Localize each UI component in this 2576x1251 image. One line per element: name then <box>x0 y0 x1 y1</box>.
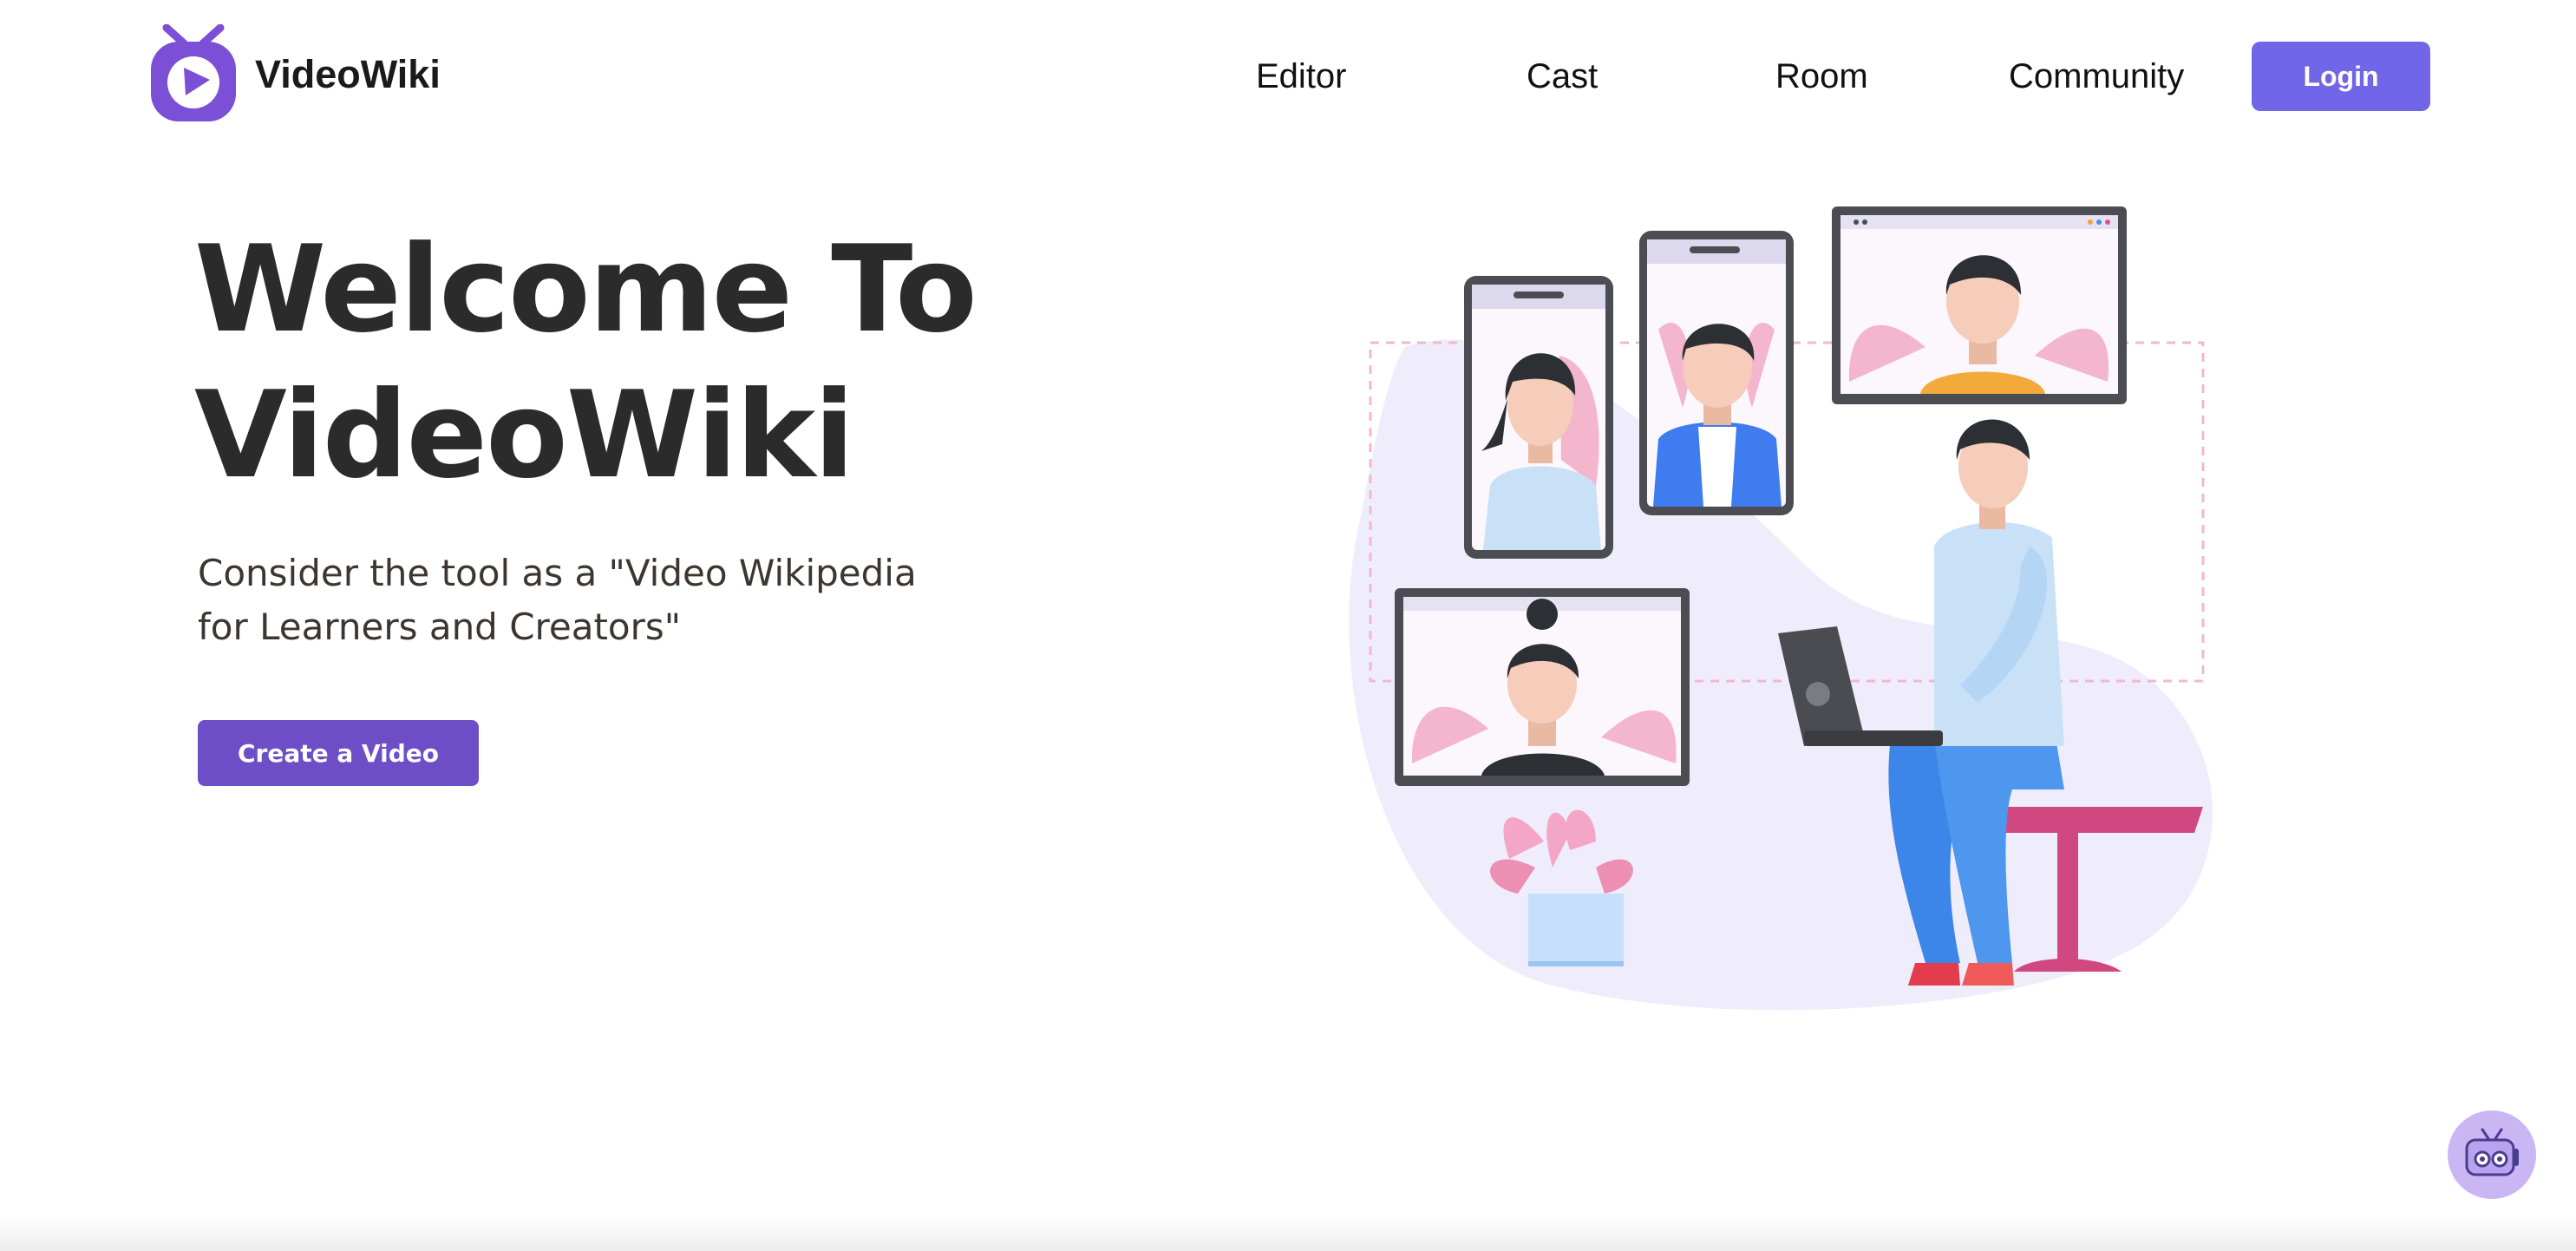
nav-link-community[interactable]: Community <box>2009 42 2184 111</box>
robot-tv-icon <box>2465 1128 2519 1176</box>
footer-divider <box>0 1215 2576 1251</box>
tv-play-icon <box>151 24 236 121</box>
hero-subtitle: Consider the tool as a "Video Wikipedia … <box>198 547 978 654</box>
brand-logo[interactable]: VideoWiki <box>147 24 441 125</box>
hero-title: Welcome To VideoWiki <box>194 217 977 508</box>
nav-link-cast[interactable]: Cast <box>1527 42 1598 111</box>
chatbot-button[interactable] <box>2448 1110 2536 1199</box>
brand-name: VideoWiki <box>255 52 441 96</box>
hero-illustration <box>1349 206 2213 1011</box>
create-video-button[interactable]: Create a Video <box>198 720 479 786</box>
hero-subtitle-line-1: Consider the tool as a "Video Wikipedia <box>198 552 917 594</box>
hero-subtitle-line-2: for Learners and Creators" <box>198 606 682 648</box>
phone-man-1 <box>1639 231 1794 515</box>
desktop-man-2 <box>1832 206 2127 404</box>
desktop-woman-2 <box>1395 588 1690 786</box>
login-button[interactable]: Login <box>2252 42 2430 111</box>
hero-title-line-2: VideoWiki <box>194 365 854 505</box>
nav-link-editor[interactable]: Editor <box>1256 42 1347 111</box>
nav-link-room[interactable]: Room <box>1775 42 1868 111</box>
phone-woman-1 <box>1464 276 1613 559</box>
hero-title-line-1: Welcome To <box>194 219 977 359</box>
